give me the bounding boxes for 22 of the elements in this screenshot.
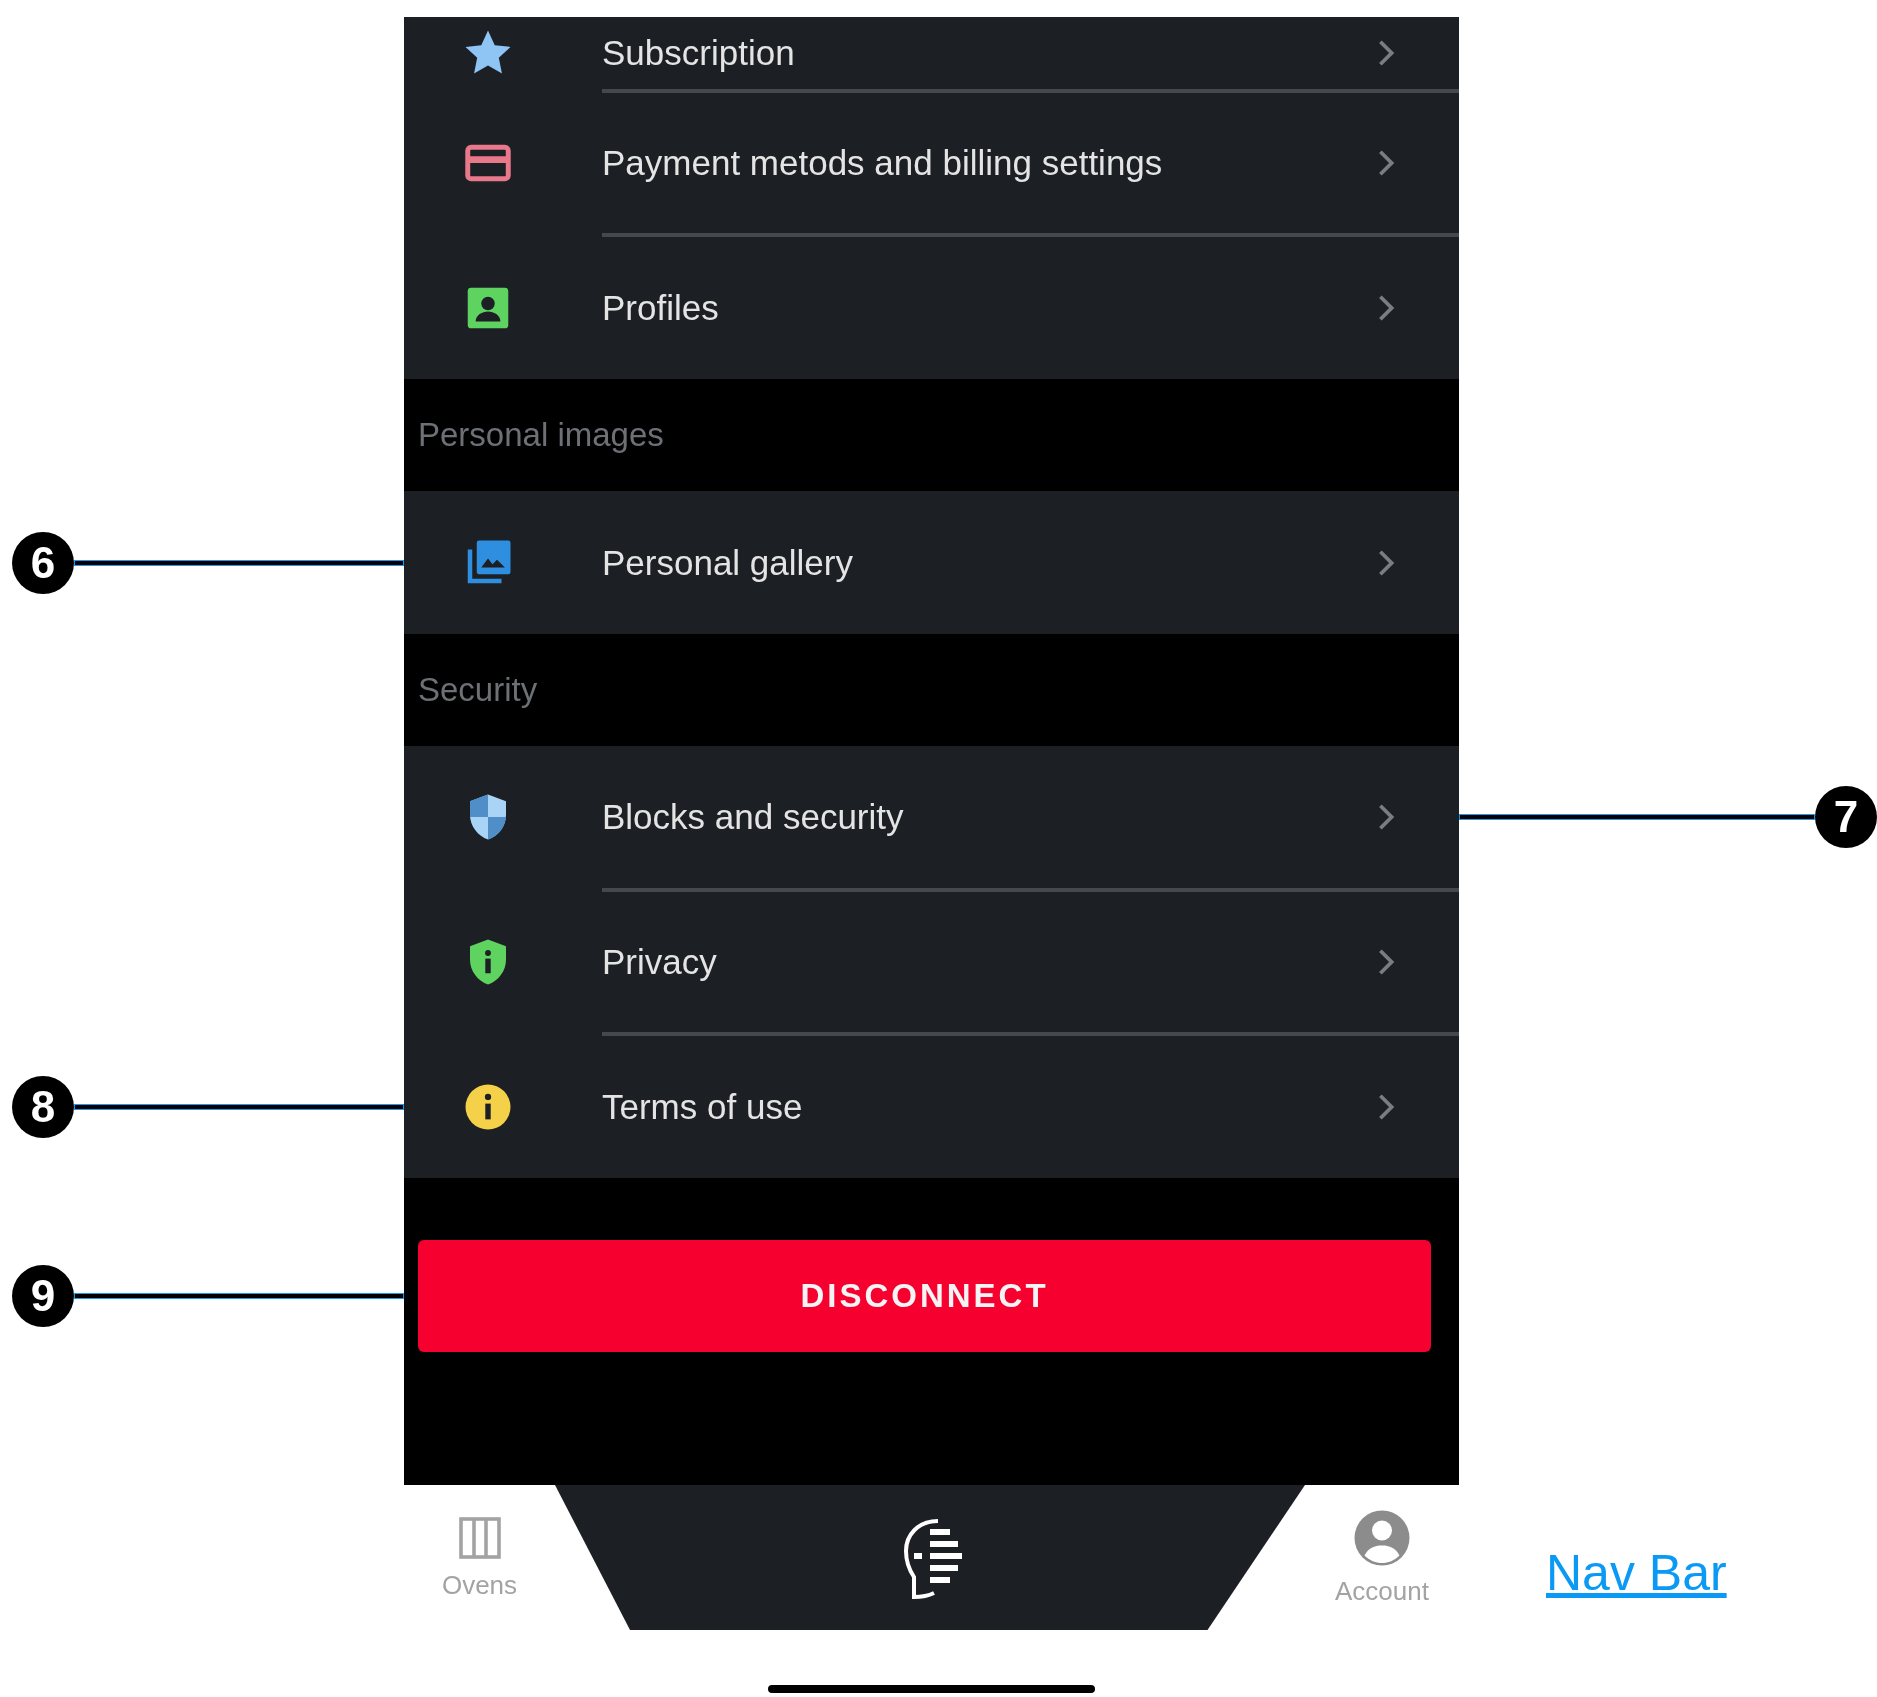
callout-number: 7	[1815, 786, 1877, 848]
settings-row[interactable]: Privacy	[404, 892, 1459, 1032]
row-label: Subscription	[602, 33, 796, 73]
settings-row[interactable]: Subscription	[404, 17, 1459, 89]
settings-row[interactable]: Profiles	[404, 237, 1459, 379]
row-label: Privacy	[602, 942, 718, 982]
row-label: Terms of use	[602, 1087, 804, 1127]
settings-row[interactable]: Blocks and security	[404, 746, 1459, 888]
callout-number: 8	[12, 1076, 74, 1138]
disconnect-button[interactable]: DISCONNECT	[418, 1240, 1431, 1352]
settings-row[interactable]: Payment metods and billing settings	[404, 93, 1459, 233]
section-header: Security	[417, 671, 538, 709]
row-label: Profiles	[602, 288, 720, 328]
account-icon	[1352, 1508, 1412, 1568]
section-header: Personal images	[417, 416, 664, 454]
settings-row[interactable]: Terms of use	[404, 1036, 1459, 1178]
row-label: Blocks and security	[602, 797, 905, 837]
row-label: Personal gallery	[602, 542, 854, 583]
row-label: Payment metods and billing settings	[602, 143, 1164, 183]
callout-number: 6	[12, 531, 74, 594]
settings-row[interactable]: Personal gallery	[404, 491, 1459, 634]
callout-number: 9	[12, 1265, 74, 1327]
